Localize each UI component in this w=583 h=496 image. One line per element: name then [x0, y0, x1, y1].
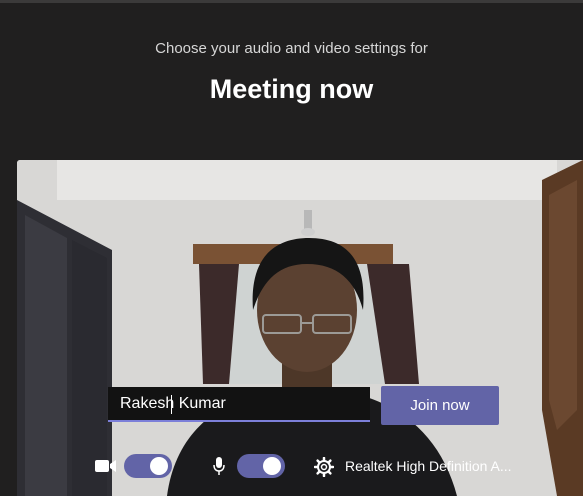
camera-preview: Join now — [17, 160, 583, 496]
text-caret — [171, 395, 172, 414]
prejoin-controls: Join now — [17, 160, 583, 496]
top-border — [0, 0, 583, 3]
camera-toggle[interactable] — [124, 454, 172, 478]
audio-device-label[interactable]: Realtek High Definition A... — [345, 458, 512, 474]
microphone-toggle[interactable] — [237, 454, 285, 478]
name-input[interactable] — [108, 387, 370, 422]
camera-toggle-knob — [150, 457, 168, 475]
prejoin-subtitle: Choose your audio and video settings for — [155, 40, 428, 57]
gear-icon[interactable] — [314, 457, 334, 477]
meeting-title: Meeting now — [209, 74, 374, 104]
video-camera-icon — [95, 460, 116, 472]
microphone-toggle-knob — [263, 457, 281, 475]
join-now-button[interactable]: Join now — [381, 386, 499, 425]
microphone-icon — [213, 457, 225, 475]
